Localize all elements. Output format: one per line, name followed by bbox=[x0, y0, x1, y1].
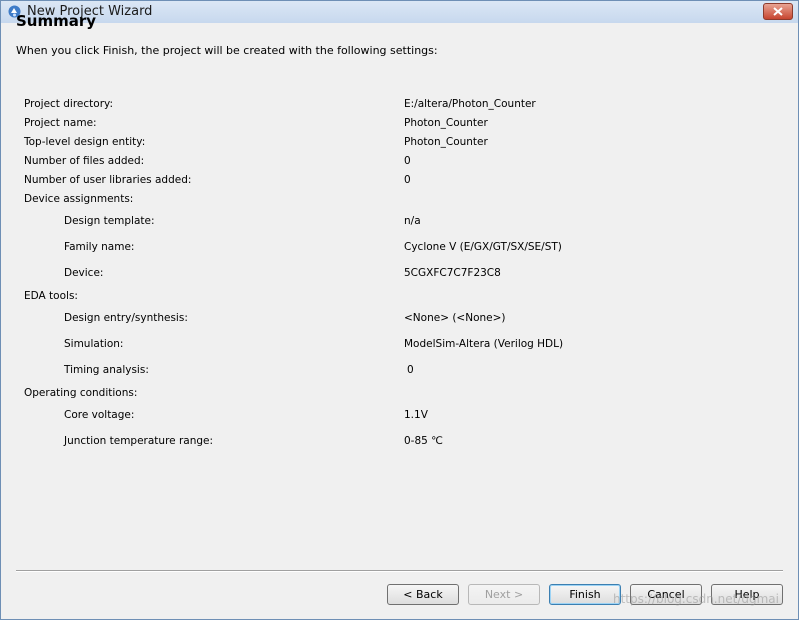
setting-value: Photon_Counter bbox=[404, 117, 488, 129]
button-divider bbox=[16, 570, 783, 572]
title-bar[interactable]: New Project Wizard bbox=[1, 1, 798, 23]
setting-value: ModelSim-Altera (Verilog HDL) bbox=[404, 338, 564, 350]
watermark-text: https://blog.csdn.net/dgmai bbox=[613, 592, 779, 606]
setting-label: Number of files added: bbox=[24, 155, 145, 167]
setting-label: Timing analysis: bbox=[64, 364, 149, 376]
setting-value: 5CGXFC7C7F23C8 bbox=[404, 267, 501, 279]
section-label-eda-tools: EDA tools: bbox=[24, 290, 78, 302]
setting-value: 0 bbox=[404, 155, 411, 167]
setting-value: 0-85 ℃ bbox=[404, 435, 443, 447]
wizard-window: New Project Wizard Summary When you clic… bbox=[0, 0, 799, 620]
intro-text: When you click Finish, the project will … bbox=[16, 44, 438, 57]
close-icon bbox=[773, 7, 783, 16]
setting-value: 1.1V bbox=[404, 409, 428, 421]
finish-button[interactable]: Finish bbox=[549, 584, 621, 605]
setting-label: Design entry/synthesis: bbox=[64, 312, 188, 324]
back-button[interactable]: < Back bbox=[387, 584, 459, 605]
setting-value: Photon_Counter bbox=[404, 136, 488, 148]
setting-label: Core voltage: bbox=[64, 409, 135, 421]
setting-label: Project directory: bbox=[24, 98, 114, 110]
setting-value: 0 bbox=[404, 174, 411, 186]
section-label-device-assignments: Device assignments: bbox=[24, 193, 134, 205]
close-button[interactable] bbox=[763, 3, 793, 20]
setting-label: Family name: bbox=[64, 241, 135, 253]
setting-value: n/a bbox=[404, 215, 421, 227]
setting-value: <None> (<None>) bbox=[404, 312, 506, 324]
section-label-operating-conditions: Operating conditions: bbox=[24, 387, 138, 399]
setting-label: Junction temperature range: bbox=[64, 435, 214, 447]
setting-value: Cyclone V (E/GX/GT/SX/SE/ST) bbox=[404, 241, 562, 253]
next-button[interactable]: Next > bbox=[468, 584, 540, 605]
setting-label: Device: bbox=[64, 267, 104, 279]
setting-label: Design template: bbox=[64, 215, 155, 227]
setting-value: E:/altera/Photon_Counter bbox=[404, 98, 536, 110]
setting-label: Project name: bbox=[24, 117, 97, 129]
setting-value: 0 bbox=[407, 364, 414, 376]
setting-label: Simulation: bbox=[64, 338, 124, 350]
setting-label: Number of user libraries added: bbox=[24, 174, 192, 186]
page-title: Summary bbox=[16, 12, 97, 30]
setting-label: Top-level design entity: bbox=[24, 136, 146, 148]
